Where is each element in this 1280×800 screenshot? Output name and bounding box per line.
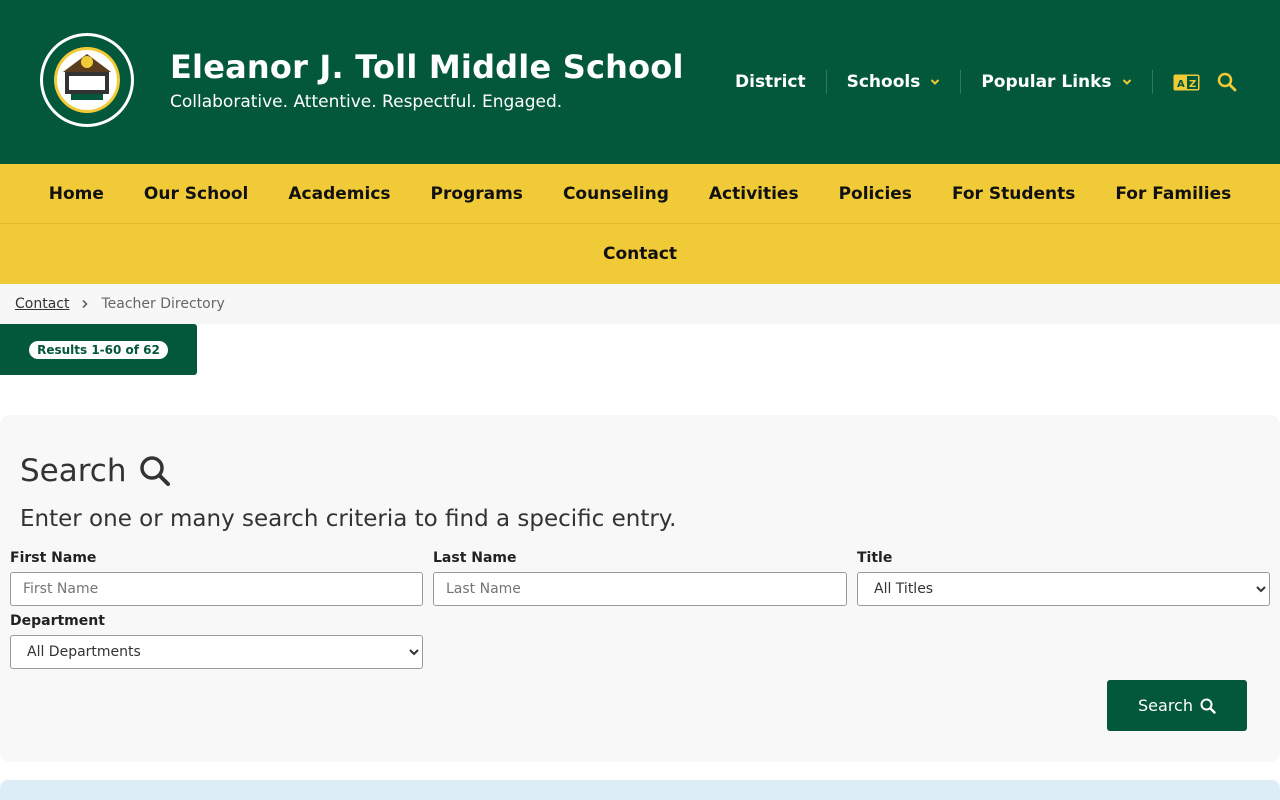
divider <box>960 70 962 94</box>
first-name-field: First Name <box>10 550 423 606</box>
utility-nav: District Schools Popular Links A Z <box>735 70 1237 94</box>
translate-icon[interactable]: A Z <box>1173 74 1200 91</box>
nav-policies[interactable]: Policies <box>819 184 932 204</box>
nav-programs[interactable]: Programs <box>411 184 543 204</box>
school-tagline: Collaborative. Attentive. Respectful. En… <box>170 92 563 112</box>
breadcrumb-contact-link[interactable]: Contact <box>15 296 69 312</box>
first-name-label: First Name <box>10 550 97 566</box>
breadcrumb: Contact Teacher Directory <box>0 284 1280 324</box>
popular-links-dropdown[interactable]: Popular Links <box>981 72 1131 92</box>
breadcrumb-current: Teacher Directory <box>101 296 225 312</box>
title-select[interactable]: All Titles <box>857 572 1270 606</box>
search-button-label: Search <box>1138 696 1193 715</box>
search-icon[interactable] <box>1217 72 1237 92</box>
search-panel: Search Enter one or many search criteria… <box>0 415 1280 762</box>
nav-counseling[interactable]: Counseling <box>543 184 689 204</box>
department-select[interactable]: All Departments <box>10 635 423 669</box>
svg-text:A: A <box>1177 79 1185 90</box>
nav-for-families[interactable]: For Families <box>1095 184 1251 204</box>
nav-our-school[interactable]: Our School <box>124 184 268 204</box>
nav-contact[interactable]: Contact <box>583 244 697 264</box>
school-logo[interactable] <box>39 32 135 128</box>
chevron-down-icon <box>931 79 940 85</box>
chevron-down-icon <box>1122 79 1131 85</box>
schools-dropdown[interactable]: Schools <box>847 72 941 92</box>
last-name-input[interactable] <box>433 572 847 606</box>
search-heading-text: Search <box>20 453 127 489</box>
results-count-badge: Results 1-60 of 62 <box>29 340 168 359</box>
site-header: Eleanor J. Toll Middle School Collaborat… <box>0 0 1280 164</box>
chevron-right-icon <box>82 299 89 309</box>
popular-links-label: Popular Links <box>981 72 1112 92</box>
department-field: Department All Departments <box>10 613 423 669</box>
divider <box>825 70 827 94</box>
divider <box>1151 70 1153 94</box>
nav-home[interactable]: Home <box>29 184 124 204</box>
results-tab: Results 1-60 of 62 <box>0 324 197 375</box>
search-heading: Search <box>20 453 171 489</box>
search-button[interactable]: Search <box>1107 680 1247 731</box>
search-icon <box>139 456 170 486</box>
main-nav: Home Our School Academics Programs Couns… <box>0 164 1280 284</box>
nav-activities[interactable]: Activities <box>689 184 819 204</box>
school-name[interactable]: Eleanor J. Toll Middle School <box>170 48 684 86</box>
first-name-input[interactable] <box>10 572 423 606</box>
district-link[interactable]: District <box>735 72 806 92</box>
title-label: Title <box>857 550 893 566</box>
district-label: District <box>735 72 806 92</box>
schools-label: Schools <box>846 72 921 92</box>
last-name-field: Last Name <box>433 550 847 606</box>
last-name-label: Last Name <box>433 550 517 566</box>
department-label: Department <box>10 613 105 629</box>
results-list-container <box>0 780 1280 800</box>
title-field: Title All Titles <box>857 550 1270 606</box>
nav-for-students[interactable]: For Students <box>932 184 1095 204</box>
nav-academics[interactable]: Academics <box>268 184 410 204</box>
search-icon <box>1200 698 1216 714</box>
search-description: Enter one or many search criteria to fin… <box>20 506 677 532</box>
svg-text:Z: Z <box>1189 79 1196 90</box>
